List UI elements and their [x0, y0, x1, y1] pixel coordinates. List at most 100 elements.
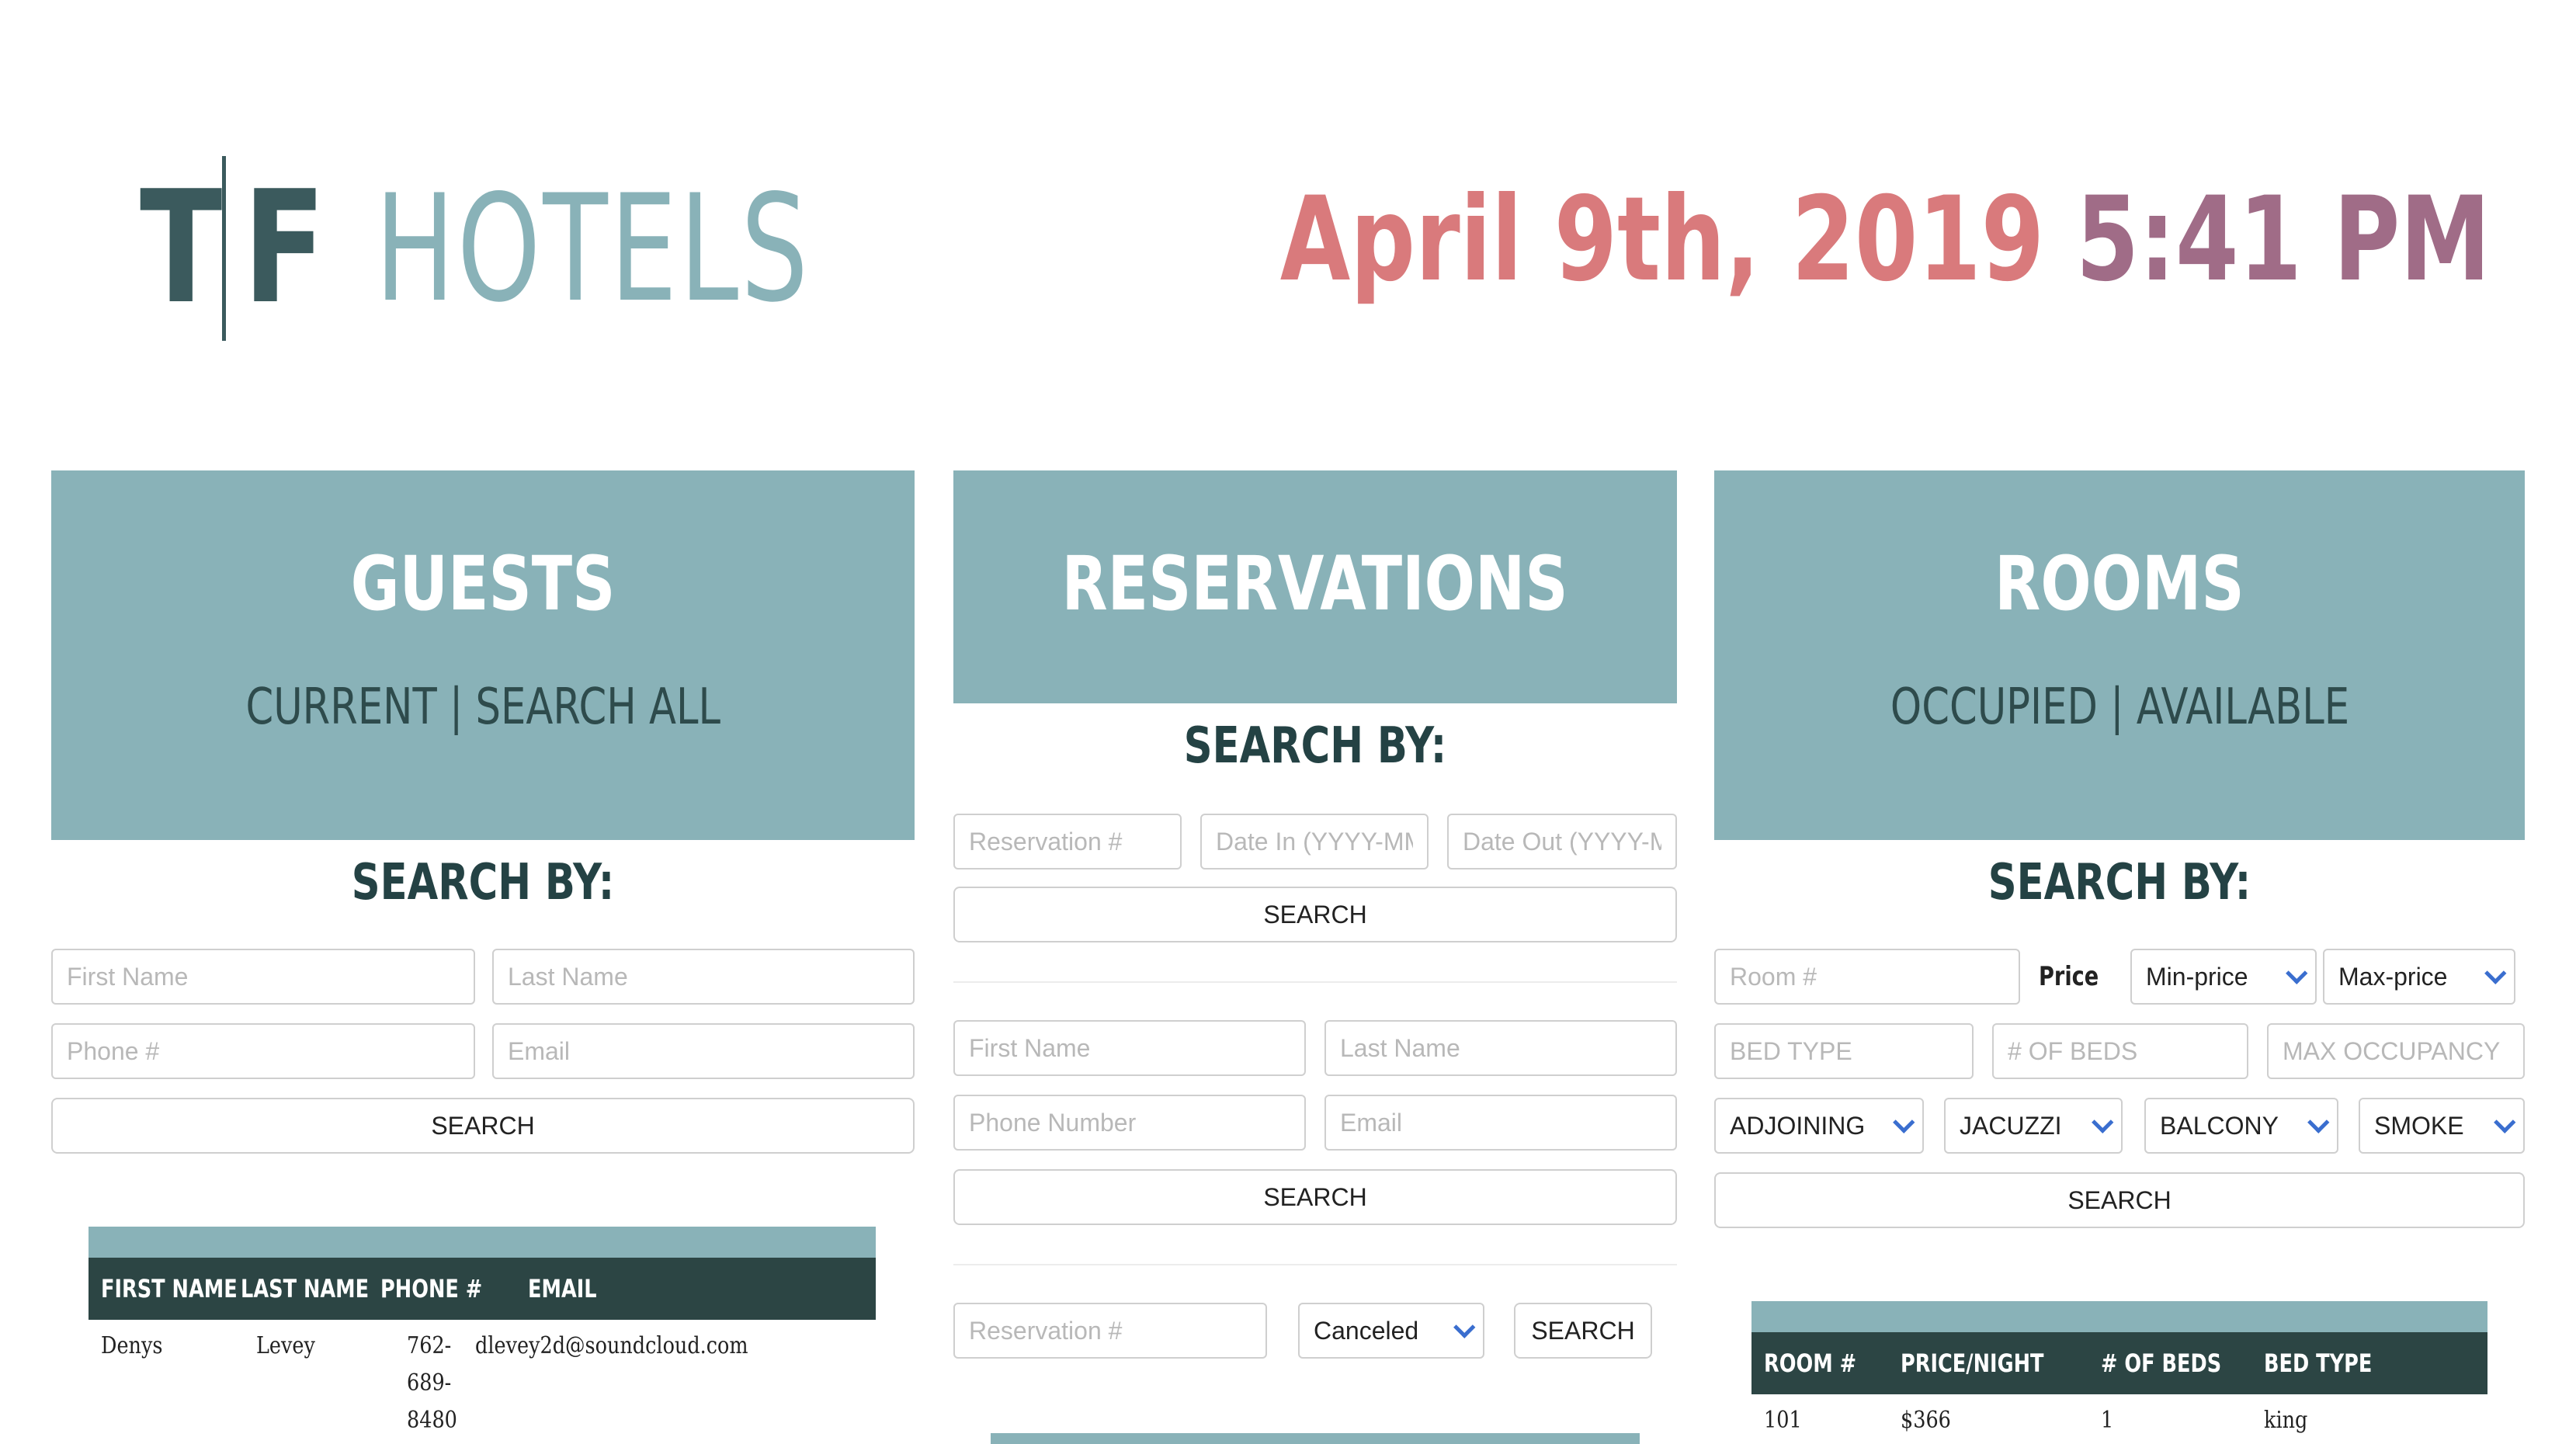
date-in-input[interactable] [1200, 814, 1429, 870]
reservations-title: RESERVATIONS [1061, 540, 1569, 627]
col-price-night: PRICE/NIGHT [1901, 1349, 2044, 1378]
table-top-bar [89, 1227, 876, 1258]
section-divider [953, 1264, 1677, 1265]
price-label: Price [2039, 961, 2099, 992]
cell-email: dlevey2d@soundcloud.com [475, 1332, 748, 1359]
reservation-number-input-2[interactable] [953, 1303, 1267, 1359]
logo-text: HOTELS [375, 162, 811, 335]
min-price-select[interactable]: Min-price [2130, 949, 2317, 1005]
reservations-table-top-bar [991, 1433, 1640, 1444]
guests-table: FIRST NAME LAST NAME PHONE # EMAIL Denys… [89, 1227, 876, 1436]
col-first-name: FIRST NAME [101, 1274, 238, 1303]
section-divider [953, 981, 1677, 983]
chevron-down-icon [1893, 1111, 1915, 1133]
rooms-occupied-link[interactable]: OCCUPIED [1890, 679, 2097, 736]
col-email: EMAIL [528, 1274, 597, 1303]
rooms-panel: ROOMS OCCUPIED | AVAILABLE [1714, 470, 2525, 840]
rooms-table: ROOM # PRICE/NIGHT # OF BEDS BED TYPE 10… [1751, 1301, 2487, 1444]
col-bed-type: BED TYPE [2264, 1349, 2373, 1378]
rooms-header: ROOMS OCCUPIED | AVAILABLE [1714, 470, 2525, 840]
cell-phone-3: 8480 [407, 1407, 457, 1434]
guests-table-header: FIRST NAME LAST NAME PHONE # EMAIL [89, 1258, 876, 1320]
col-phone: PHONE # [380, 1274, 483, 1303]
adjoining-select[interactable]: ADJOINING [1714, 1098, 1924, 1154]
res-first-name-input[interactable] [953, 1020, 1306, 1076]
link-separator: | [449, 679, 463, 736]
jacuzzi-select[interactable]: JACUZZI [1944, 1098, 2123, 1154]
guests-search-all-link[interactable]: SEARCH ALL [475, 679, 720, 736]
guests-panel: GUESTS CURRENT | SEARCH ALL [51, 470, 915, 840]
chevron-down-icon [1453, 1316, 1476, 1338]
chevron-down-icon [2092, 1111, 2114, 1133]
smoke-select[interactable]: SMOKE [2359, 1098, 2525, 1154]
guest-search-button[interactable]: SEARCH [51, 1098, 915, 1154]
reservations-header: RESERVATIONS [953, 470, 1677, 703]
col-num-beds: # OF BEDS [2101, 1349, 2222, 1378]
room-number-input[interactable] [1714, 949, 2020, 1005]
current-time: 5:41 PM [2076, 172, 2491, 307]
rooms-title: ROOMS [1994, 540, 2244, 627]
cell-bed-type: king [2264, 1407, 2308, 1434]
max-occupancy-input[interactable] [2267, 1023, 2525, 1079]
balcony-select[interactable]: BALCONY [2144, 1098, 2338, 1154]
logo-letter-f: F [243, 158, 326, 338]
cell-phone-2: 689- [407, 1369, 452, 1397]
res-last-name-input[interactable] [1324, 1020, 1677, 1076]
cell-price: $366 [1901, 1407, 1951, 1434]
cell-room-number: 101 [1764, 1407, 1802, 1434]
reservation-status-select[interactable]: Canceled [1298, 1303, 1484, 1359]
guests-title: GUESTS [350, 540, 616, 627]
guests-search-by-heading: SEARCH BY: [351, 854, 615, 911]
reservations-search-by-heading: SEARCH BY: [1183, 717, 1447, 775]
brand-logo[interactable]: T F HOTELS [140, 155, 980, 342]
chevron-down-icon [2286, 962, 2308, 984]
bed-type-input[interactable] [1714, 1023, 1974, 1079]
balcony-value: BALCONY [2160, 1111, 2279, 1140]
date-out-input[interactable] [1447, 814, 1677, 870]
guests-current-link[interactable]: CURRENT [245, 679, 436, 736]
reservation-number-input[interactable] [953, 814, 1182, 870]
smoke-value: SMOKE [2374, 1111, 2464, 1140]
guest-first-name-input[interactable] [51, 949, 475, 1005]
max-price-value: Max-price [2338, 962, 2448, 991]
max-price-select[interactable]: Max-price [2323, 949, 2515, 1005]
res-phone-input[interactable] [953, 1095, 1306, 1151]
room-search-button[interactable]: SEARCH [1714, 1172, 2525, 1228]
link-separator: | [2109, 679, 2123, 736]
cell-num-beds: 1 [2101, 1407, 2114, 1434]
cell-last-name: Levey [256, 1332, 315, 1359]
reservations-panel: RESERVATIONS [953, 470, 1677, 703]
reservation-search-button-1[interactable]: SEARCH [953, 887, 1677, 942]
table-row[interactable]: 101 $366 1 king [1751, 1394, 2487, 1444]
jacuzzi-value: JACUZZI [1960, 1111, 2062, 1140]
adjoining-value: ADJOINING [1730, 1111, 1866, 1140]
logo-divider [222, 156, 226, 341]
chevron-down-icon [2484, 962, 2507, 984]
status-selected-value: Canceled [1314, 1316, 1419, 1345]
rooms-search-by-heading: SEARCH BY: [1988, 854, 2251, 911]
table-top-bar [1751, 1301, 2487, 1332]
cell-phone-1: 762- [407, 1332, 452, 1359]
guests-links: CURRENT | SEARCH ALL [245, 679, 720, 736]
guest-email-input[interactable] [492, 1023, 915, 1079]
res-email-input[interactable] [1324, 1095, 1677, 1151]
num-beds-input[interactable] [1992, 1023, 2248, 1079]
chevron-down-icon [2494, 1111, 2516, 1133]
col-room-number: ROOM # [1764, 1349, 1857, 1378]
reservation-search-button-3[interactable]: SEARCH [1514, 1303, 1652, 1359]
rooms-table-header: ROOM # PRICE/NIGHT # OF BEDS BED TYPE [1751, 1332, 2487, 1394]
guest-last-name-input[interactable] [492, 949, 915, 1005]
logo-letter-t: T [140, 158, 223, 338]
current-datetime: April 9th, 2019 5:41 PM [1280, 172, 2491, 307]
current-date: April 9th, 2019 [1279, 172, 2045, 307]
table-row[interactable]: Denys Levey 762- 689- 8480 dlevey2d@soun… [89, 1320, 876, 1436]
guests-header: GUESTS CURRENT | SEARCH ALL [51, 470, 915, 840]
cell-first-name: Denys [101, 1332, 163, 1359]
guest-phone-input[interactable] [51, 1023, 475, 1079]
rooms-available-link[interactable]: AVAILABLE [2136, 679, 2349, 736]
chevron-down-icon [2307, 1111, 2330, 1133]
col-last-name: LAST NAME [241, 1274, 370, 1303]
reservation-search-button-2[interactable]: SEARCH [953, 1169, 1677, 1225]
rooms-links: OCCUPIED | AVAILABLE [1890, 679, 2349, 736]
min-price-value: Min-price [2146, 962, 2248, 991]
